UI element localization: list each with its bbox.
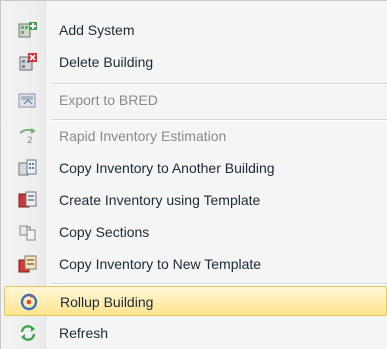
menu-item-label: Add System <box>59 22 135 38</box>
add-system-icon <box>18 21 38 39</box>
copy-inventory-template-icon <box>18 255 38 273</box>
menu-item-delete-building[interactable]: Delete Building <box>4 47 387 77</box>
copy-sections-icon <box>18 223 38 241</box>
menu-item-refresh[interactable]: Refresh <box>4 318 387 348</box>
menu-item-export-to-bred[interactable]: Export to BRED <box>4 85 387 115</box>
create-inventory-template-icon <box>18 191 38 209</box>
menu-item-add-system[interactable]: Add System <box>4 15 387 45</box>
menu-item-label: Copy Sections <box>59 224 150 240</box>
menu-item-copy-inventory-another-building[interactable]: Copy Inventory to Another Building <box>4 153 387 183</box>
menu-item-label: Copy Inventory to Another Building <box>59 160 275 176</box>
context-menu: Add System Delete Building Export to BRE… <box>0 0 387 349</box>
refresh-icon <box>18 324 38 342</box>
menu-item-label: Refresh <box>59 325 109 341</box>
menu-item-create-inventory-template[interactable]: Create Inventory using Template <box>4 185 387 215</box>
menu-item-copy-inventory-new-template[interactable]: Copy Inventory to New Template <box>4 249 387 279</box>
menu-separator <box>51 283 387 285</box>
menu-item-label: Rollup Building <box>60 294 154 310</box>
menu-item-rollup-building[interactable]: Rollup Building <box>4 286 387 316</box>
menu-item-copy-sections[interactable]: Copy Sections <box>4 217 387 247</box>
rollup-icon <box>19 293 39 311</box>
svg-text:2: 2 <box>27 136 33 145</box>
menu-item-label: Delete Building <box>59 54 154 70</box>
copy-inventory-building-icon <box>18 159 38 177</box>
menu-item-label: Export to BRED <box>59 92 158 108</box>
menu-item-label: Rapid Inventory Estimation <box>59 128 227 144</box>
menu-item-rapid-inventory-estimation[interactable]: 2 Rapid Inventory Estimation <box>4 121 387 151</box>
menu-item-label: Create Inventory using Template <box>59 192 261 208</box>
export-icon <box>18 91 38 109</box>
rapid-inventory-icon: 2 <box>18 127 38 146</box>
menu-item-label: Copy Inventory to New Template <box>59 256 262 272</box>
delete-building-icon <box>18 53 38 71</box>
